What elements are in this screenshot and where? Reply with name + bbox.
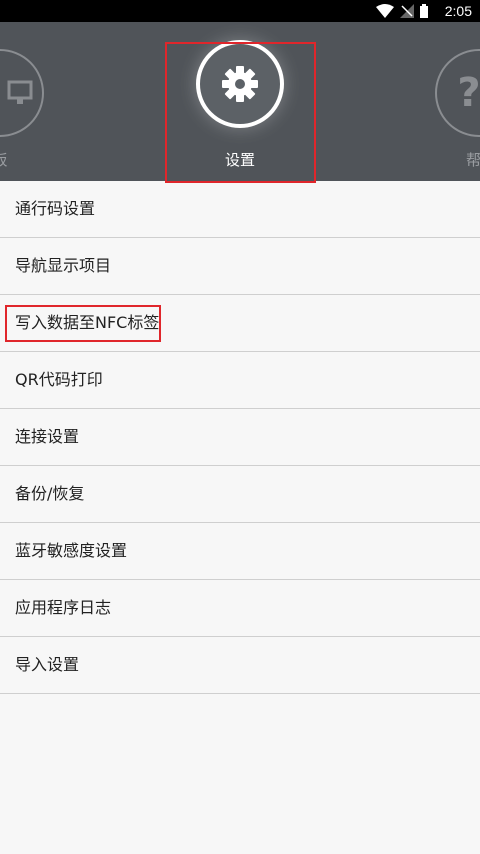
list-item-label: 备份/恢复 bbox=[15, 484, 85, 503]
list-item-app-log[interactable]: 应用程序日志 bbox=[0, 580, 480, 637]
status-icons bbox=[376, 3, 428, 19]
list-item-qr-print[interactable]: QR代码打印 bbox=[0, 352, 480, 409]
nav-item-help[interactable]: ? 帮 bbox=[0, 22, 480, 181]
wifi-icon bbox=[376, 4, 394, 18]
list-item-bluetooth[interactable]: 蓝牙敏感度设置 bbox=[0, 523, 480, 580]
list-item-label: 蓝牙敏感度设置 bbox=[15, 541, 128, 560]
list-item-label: 连接设置 bbox=[15, 427, 80, 446]
status-bar: 2:05 bbox=[0, 0, 480, 22]
status-time: 2:05 bbox=[444, 3, 472, 19]
list-item-label: QR代码打印 bbox=[15, 370, 103, 389]
nav-label-help: 帮 bbox=[466, 151, 480, 169]
list-item-import[interactable]: 导入设置 bbox=[0, 637, 480, 694]
list-item-label: 应用程序日志 bbox=[15, 598, 112, 617]
no-signal-icon bbox=[400, 4, 414, 18]
settings-list: 通行码设置 导航显示项目 写入数据至NFC标签 QR代码打印 连接设置 备份/恢… bbox=[0, 181, 480, 694]
list-item-backup[interactable]: 备份/恢复 bbox=[0, 466, 480, 523]
highlight-settings-tab bbox=[165, 42, 316, 183]
highlight-nfc-row bbox=[5, 305, 161, 342]
list-item-connection[interactable]: 连接设置 bbox=[0, 409, 480, 466]
help-icon: ? bbox=[457, 70, 480, 116]
list-item-label: 导入设置 bbox=[15, 655, 80, 674]
battery-icon bbox=[420, 4, 428, 18]
list-item-nav-display[interactable]: 导航显示项目 bbox=[0, 238, 480, 295]
list-item-label: 通行码设置 bbox=[15, 199, 96, 218]
list-item-passcode[interactable]: 通行码设置 bbox=[0, 181, 480, 238]
list-item-label: 导航显示项目 bbox=[15, 256, 112, 275]
nav-circle-help: ? bbox=[435, 49, 480, 137]
